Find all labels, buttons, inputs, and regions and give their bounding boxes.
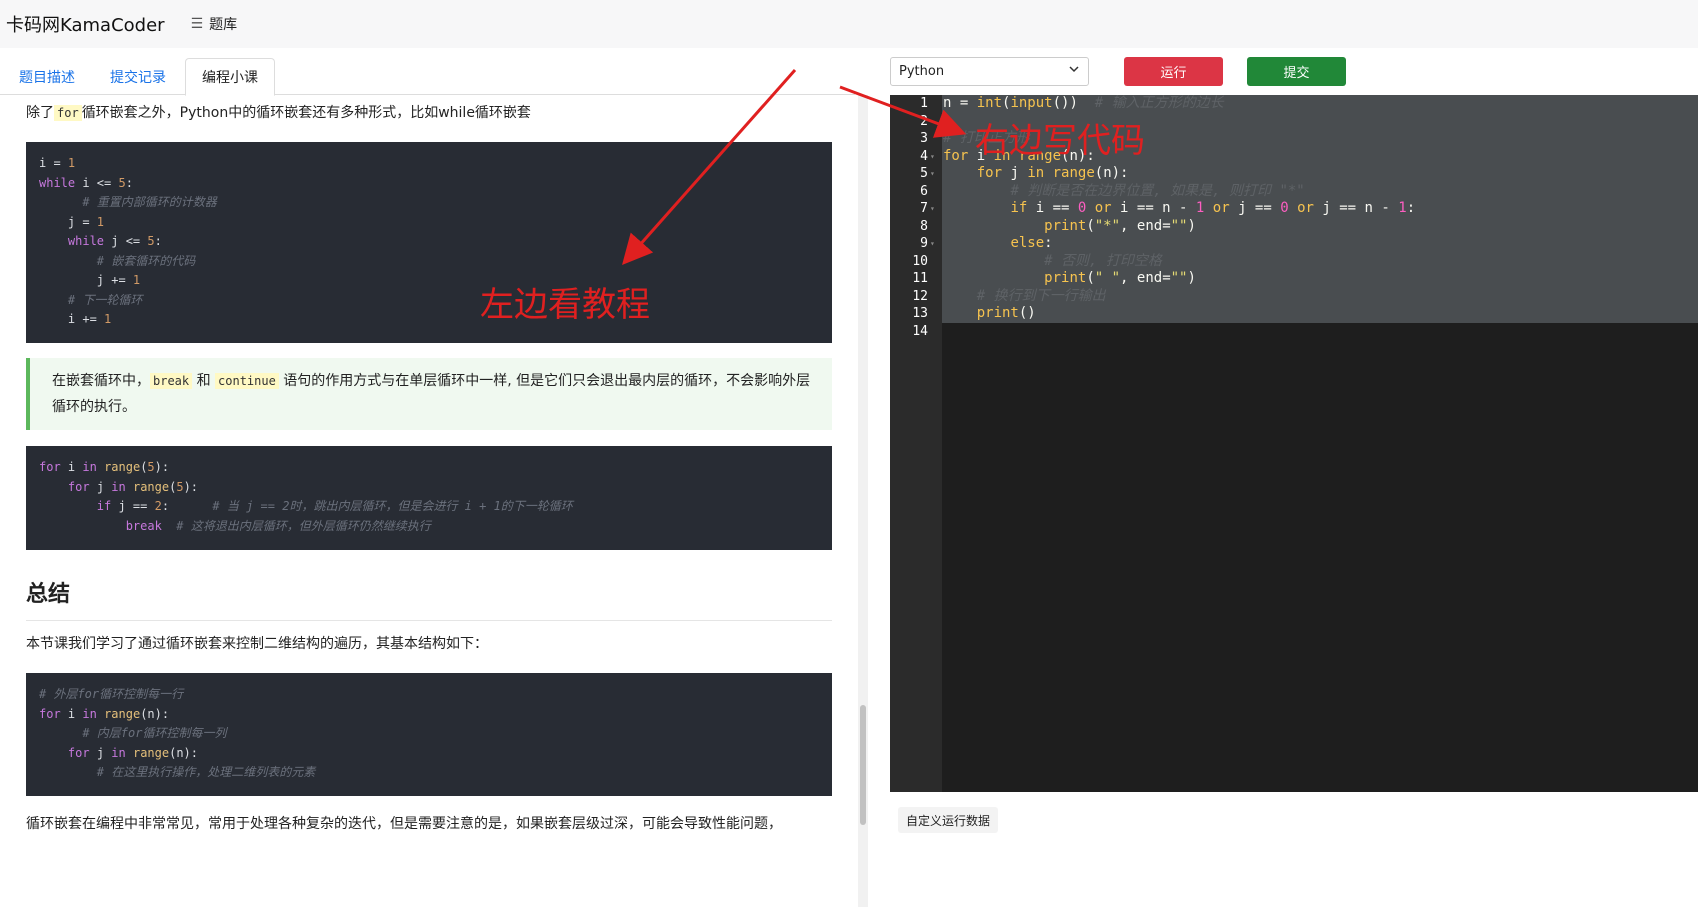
tab-description[interactable]: 题目描述	[3, 58, 91, 95]
line-number: 5	[920, 166, 928, 181]
line-number: 11	[912, 271, 928, 286]
submit-button[interactable]: 提交	[1247, 56, 1346, 86]
code-block-break: for i in range(5): for j in range(5): if…	[26, 446, 832, 550]
chevron-down-icon	[1068, 63, 1080, 79]
line-number: 10	[912, 253, 928, 269]
line-number: 6	[920, 183, 928, 199]
editor-line: 12 # 换行到下一行输出	[890, 288, 1698, 306]
intro-text-2: 循环嵌套之外，Python中的循环嵌套还有多种形式，比如while循环嵌套	[81, 105, 531, 121]
editor-line: 1n = int(input()) # 输入正方形的边长	[890, 95, 1698, 113]
brand-logo[interactable]: 卡码网KamaCoder	[6, 11, 165, 37]
footer-paragraph: 循环嵌套在编程中非常常见，常用于处理各种复杂的迭代，但是需要注意的是，如果嵌套层…	[26, 816, 782, 832]
line-number: 13	[912, 306, 928, 321]
line-number: 9	[920, 236, 928, 251]
nav-problem-bank-label: 题库	[209, 17, 238, 33]
tab-lesson[interactable]: 编程小课	[185, 58, 275, 96]
custom-run-data-button[interactable]: 自定义运行数据	[898, 807, 999, 833]
line-number: 14	[912, 323, 928, 339]
scrollbar-thumb[interactable]	[860, 705, 866, 825]
intro-text-1: 除了	[26, 105, 54, 121]
lesson-content: 除了 for 循环嵌套之外，Python中的循环嵌套还有多种形式，比如while循环…	[26, 95, 832, 836]
editor-line: 5 ▾ for j in range(n):	[890, 165, 1698, 183]
language-select-value: Python	[899, 63, 945, 79]
code-block-while: i = 1 while i <= 5: # 重置内部循环的计数器 j = 1 w…	[26, 142, 832, 343]
summary-heading: 总结	[26, 576, 832, 621]
editor-line: 14	[890, 323, 1698, 341]
note-quote: 在嵌套循环中， break 和 continue 语句的作用方式与在单层循环中一样…	[26, 358, 832, 430]
editor-line: 13 print()	[890, 305, 1698, 323]
line-number: 7	[920, 201, 928, 216]
inline-code-for: for	[54, 105, 82, 121]
summary-paragraph: 本节课我们学习了通过循环嵌套来控制二维结构的遍历，其基本结构如下：	[26, 636, 488, 652]
fold-icon[interactable]: ▾	[930, 165, 935, 183]
inline-code-break: break	[150, 373, 193, 389]
line-number: 8	[920, 218, 928, 234]
annotation-right: 右边写代码	[975, 121, 1145, 161]
menu-icon: ☰	[190, 16, 204, 32]
code-block-summary: # 外层for循环控制每一行 for i in range(n): # 内层fo…	[26, 673, 832, 796]
line-number: 1	[920, 96, 928, 111]
nav-problem-bank[interactable]: ☰ 题库	[191, 14, 238, 34]
editor-line: 9 ▾ else:	[890, 235, 1698, 253]
line-number: 3	[920, 131, 928, 146]
tab-submissions[interactable]: 提交记录	[94, 58, 182, 95]
editor-line: 6 # 判断是否在边界位置, 如果是, 则打印 "*"	[890, 183, 1698, 201]
code-editor[interactable]: 1n = int(input()) # 输入正方形的边长 2 3 # 打印正方形 …	[890, 95, 1698, 792]
tab-bar: 题目描述 提交记录 编程小课	[0, 58, 855, 96]
lesson-scrollbar[interactable]	[858, 95, 868, 907]
fold-icon[interactable]: ▾	[930, 235, 935, 253]
line-number: 12	[912, 288, 928, 304]
intro-paragraph: 除了 for 循环嵌套之外，Python中的循环嵌套还有多种形式，比如while循环…	[26, 101, 832, 125]
line-number: 2	[920, 113, 928, 129]
editor-line: 11 print(" ", end="")	[890, 270, 1698, 288]
line-number: 4	[920, 148, 928, 164]
quote-text-1: 在嵌套循环中，	[52, 373, 150, 389]
top-bar: 卡码网KamaCoder ☰ 题库	[0, 0, 1698, 48]
language-select[interactable]: Python	[890, 56, 1089, 86]
fold-icon[interactable]: ▾	[930, 200, 935, 218]
editor-line: 7 ▾ if i == 0 or i == n - 1 or j == 0 or …	[890, 200, 1698, 218]
fold-icon[interactable]: ▾	[930, 148, 935, 166]
editor-toolbar: Python 运行 提交	[890, 56, 1346, 86]
editor-line: 8 print("*", end="")	[890, 218, 1698, 236]
inline-code-continue: continue	[215, 373, 279, 389]
annotation-left: 左边看教程	[480, 285, 650, 325]
quote-text-2: 和	[192, 373, 216, 389]
editor-line: 10 # 否则, 打印空格	[890, 253, 1698, 271]
run-button[interactable]: 运行	[1124, 56, 1223, 86]
